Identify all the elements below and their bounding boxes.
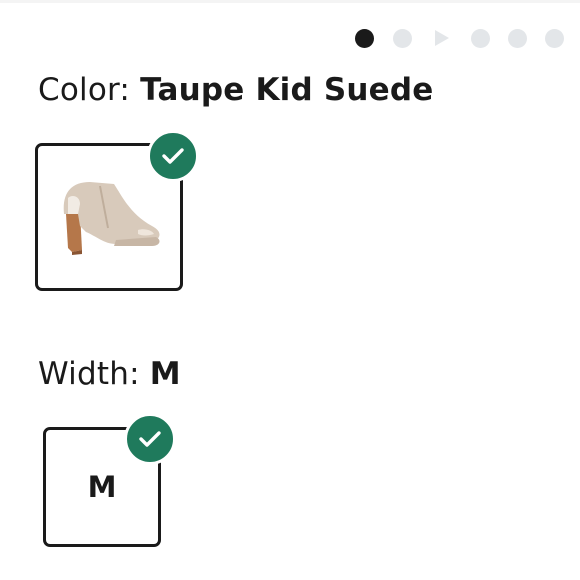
width-label: Width: M bbox=[38, 356, 181, 392]
width-label-key: Width: bbox=[38, 356, 140, 392]
carousel-dot-2[interactable] bbox=[393, 29, 412, 48]
shoe-image bbox=[63, 182, 160, 255]
carousel-dot-6[interactable] bbox=[545, 29, 564, 48]
carousel-dot-4[interactable] bbox=[471, 29, 490, 48]
width-label-value: M bbox=[149, 356, 181, 392]
selected-checkmark-icon bbox=[124, 413, 176, 465]
carousel-video-play-icon[interactable] bbox=[435, 30, 449, 46]
width-option-label: M bbox=[87, 470, 117, 504]
carousel-dot-1[interactable] bbox=[355, 29, 374, 48]
top-divider bbox=[0, 0, 580, 3]
color-label: Color: Taupe Kid Suede bbox=[38, 72, 434, 108]
color-label-key: Color: bbox=[38, 72, 131, 108]
selected-checkmark-icon bbox=[147, 130, 199, 182]
color-label-value: Taupe Kid Suede bbox=[140, 72, 434, 108]
carousel-dot-5[interactable] bbox=[508, 29, 527, 48]
